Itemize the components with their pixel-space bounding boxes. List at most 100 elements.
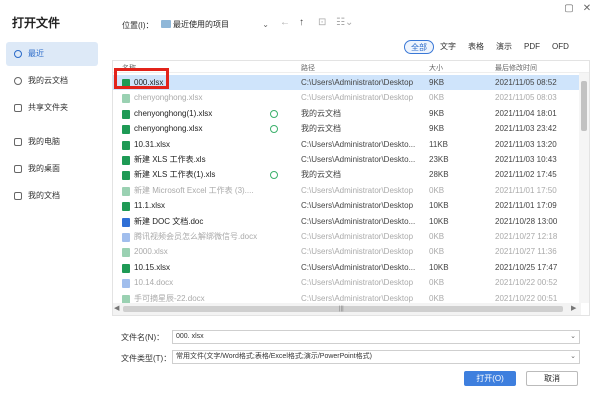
file-path: 我的云文档 [301,170,341,180]
table-row[interactable]: 新建 XLS 工作表(1).xls 我的云文档 28KB 2021/11/02 17:… [113,167,579,182]
spreadsheet-file-icon [122,186,130,196]
column-size[interactable]: 大小 [429,63,443,73]
sidebar-item-label: 我的云文档 [28,76,68,85]
new-folder-icon[interactable]: ⊡ [318,17,326,28]
filter-presentation[interactable]: 演示 [490,40,518,54]
maximize-icon[interactable]: ▢ [562,2,576,16]
spreadsheet-file-icon [122,94,130,104]
table-row[interactable]: 腾讯视频会员怎么解绑微信号.docx C:\Users\Administrator… [113,229,579,244]
file-name: chenyonghong.xlsx [134,93,203,103]
table-row[interactable]: 新建 DOC 文档.doc C:\Users\Administrator\Desk… [113,214,579,229]
sidebar-item-shared[interactable]: 共享文件夹 [6,96,98,120]
view-icon[interactable]: ☷⌄ [336,17,353,28]
up-icon[interactable]: ↑ [299,17,304,28]
spreadsheet-file-icon [122,202,130,212]
file-name: 11.1.xlsx [134,201,165,211]
table-row[interactable]: chenyonghong(1).xlsx 我的云文档 9KB 2021/11/04 1… [113,106,579,121]
scroll-left-icon[interactable]: ◀ [114,303,119,315]
file-size: 9KB [429,78,445,87]
location-label: 位置(I)： [122,21,154,30]
table-row[interactable]: chenyonghong.xlsx 我的云文档 9KB 2021/11/03 23:4… [113,121,579,136]
spreadsheet-file-icon [122,248,130,258]
file-date: 2021/11/02 17:45 [495,170,557,180]
file-name: chenyonghong(1).xlsx [134,108,213,118]
file-size: 11KB [429,139,448,149]
type-filter-bar: 全部 文字 表格 演示 PDF OFD [404,40,575,54]
sidebar-item-documents[interactable]: 我的文档 [6,184,98,208]
file-size: 28KB [429,170,449,180]
desktop-icon [14,165,22,173]
spreadsheet-file-icon [122,263,130,273]
sidebar-item-desktop[interactable]: 我的桌面 [6,157,98,181]
file-path: C:\Users\Administrator\Deskto... [301,262,416,272]
filename-field[interactable]: 000. xlsx ⌄ [172,330,580,344]
sidebar-item-label: 最近 [28,49,44,58]
table-row[interactable]: 新建 XLS 工作表.xls C:\Users\Administrator\Des… [113,152,579,167]
file-size: 0KB [429,93,445,103]
file-date: 2021/11/01 17:50 [495,185,557,195]
file-path: C:\Users\Administrator\Desktop [301,232,414,241]
file-path: C:\Users\Administrator\Desktop [301,278,414,288]
filter-spreadsheet[interactable]: 表格 [462,40,490,54]
filter-pdf[interactable]: PDF [518,40,546,54]
vertical-scrollbar[interactable] [579,73,589,303]
sidebar-item-label: 共享文件夹 [28,103,68,112]
back-icon[interactable]: ← [280,17,290,28]
location-select[interactable]: 最近使用的项目 ⌄ [158,16,272,31]
file-path: C:\Users\Administrator\Deskto... [301,155,416,164]
file-name: 10.15.xlsx [134,262,171,272]
file-size: 23KB [429,155,449,164]
horizontal-scrollbar[interactable]: ◀ ||| ▶ [113,303,581,315]
table-row[interactable]: 000.xlsx C:\Users\Administrator\Desktop 9K… [113,75,579,90]
sidebar: 最近 我的云文档 共享文件夹 我的电脑 我的桌面 我的文档 [6,42,98,211]
computer-icon [14,138,22,146]
synced-check-icon [270,171,278,180]
file-name: chenyonghong.xlsx [134,124,203,134]
file-name: 腾讯视频会员怎么解绑微信号.docx [134,232,258,241]
column-date[interactable]: 最后修改时间 [495,63,537,73]
sidebar-item-cloud[interactable]: 我的云文档 [6,69,98,93]
file-size: 0KB [429,232,445,241]
sidebar-item-label: 我的电脑 [28,137,60,146]
file-date: 2021/11/05 08:52 [495,78,557,87]
table-row[interactable]: chenyonghong.xlsx C:\Users\Administrator\… [113,90,579,105]
filetype-select[interactable]: 常用文件(文字/Word格式;表格/Excel格式;演示/PowerPoint格… [172,350,580,364]
cancel-button[interactable]: 取消 [526,371,578,386]
file-date: 2021/10/28 13:00 [495,216,558,226]
filter-writer[interactable]: 文字 [434,40,462,54]
file-name: 新建 XLS 工作表.xls [134,155,206,164]
clock-icon [14,50,22,58]
column-path[interactable]: 路径 [301,63,315,73]
file-path: C:\Users\Administrator\Desktop [301,93,414,103]
sidebar-item-label: 我的桌面 [28,164,60,173]
filetype-label: 文件类型(T)： [121,354,172,363]
table-row[interactable]: 10.31.xlsx C:\Users\Administrator\Deskto.… [113,137,579,152]
file-size: 9KB [429,124,445,134]
table-row[interactable]: 10.14.docx C:\Users\Administrator\Desktop… [113,275,579,290]
file-size: 10KB [429,216,449,226]
scroll-thumb[interactable] [581,81,587,131]
table-row[interactable]: 2000.xlsx C:\Users\Administrator\Desktop 0… [113,244,579,259]
sidebar-item-computer[interactable]: 我的电脑 [6,130,98,154]
open-button[interactable]: 打开(O) [464,371,516,386]
file-date: 2021/11/04 18:01 [495,108,557,118]
synced-check-icon [270,125,278,134]
table-row[interactable]: 11.1.xlsx C:\Users\Administrator\Desktop 1… [113,198,579,213]
sidebar-item-recent[interactable]: 最近 [6,42,98,66]
spreadsheet-file-icon [122,171,130,181]
filter-all[interactable]: 全部 [404,40,434,54]
file-path: C:\Users\Administrator\Deskto... [301,216,416,226]
file-date: 2021/10/22 00:52 [495,278,558,288]
document-file-icon [122,279,130,289]
chevron-down-icon[interactable]: ⌄ [570,351,576,363]
file-name: 10.14.docx [134,278,174,288]
scroll-grip-icon: ||| [339,306,344,312]
file-date: 2021/11/03 13:20 [495,139,557,149]
chevron-down-icon[interactable]: ⌄ [570,331,576,343]
table-row[interactable]: 10.15.xlsx C:\Users\Administrator\Deskto.… [113,260,579,275]
close-icon[interactable]: ✕ [580,2,594,16]
filter-ofd[interactable]: OFD [546,40,575,54]
file-date: 2021/11/03 23:42 [495,124,557,134]
scroll-right-icon[interactable]: ▶ [571,303,576,315]
table-row[interactable]: 新建 Microsoft Excel 工作表 (3).... C:\Users\A… [113,183,579,198]
